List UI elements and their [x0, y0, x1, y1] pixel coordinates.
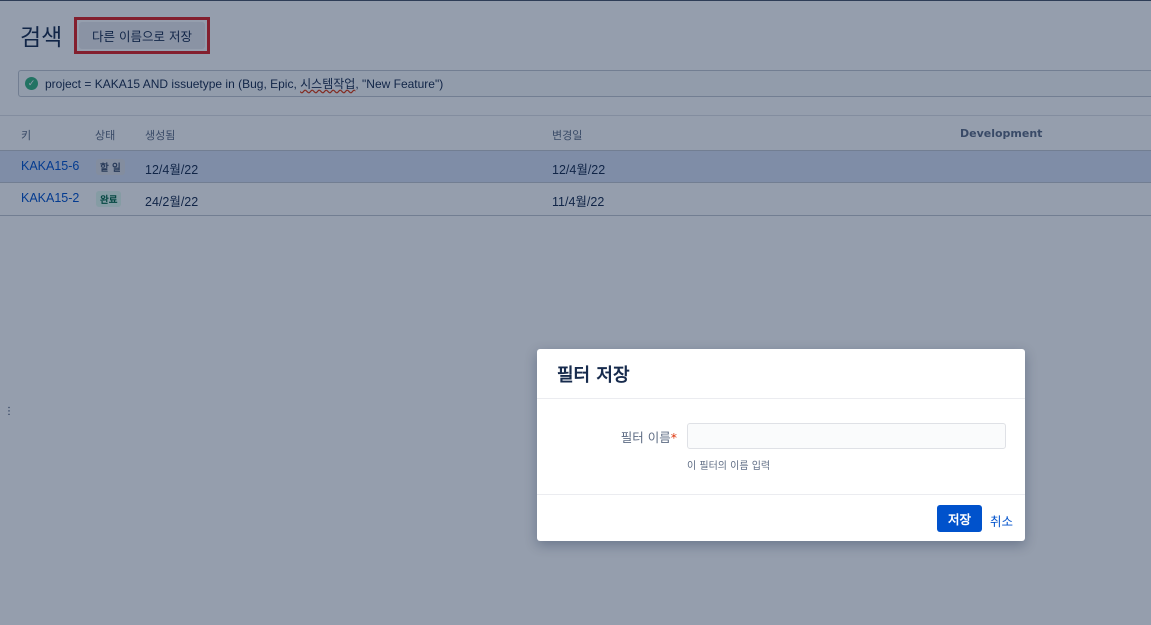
filter-name-label: 필터 이름* — [621, 427, 677, 446]
dialog-footer-divider — [537, 494, 1025, 495]
filter-name-hint: 이 필터의 이름 입력 — [687, 461, 771, 472]
dialog-title: 필터 저장 — [557, 364, 630, 386]
cancel-link[interactable]: 취소 — [990, 511, 1013, 530]
dialog-header: 필터 저장 — [537, 349, 1025, 399]
filter-name-label-text: 필터 이름 — [620, 430, 671, 445]
filter-name-input[interactable] — [687, 423, 1006, 449]
save-button[interactable]: 저장 — [937, 505, 982, 532]
resize-handle-icon[interactable]: ⋮ — [4, 407, 14, 417]
save-filter-dialog: 필터 저장 필터 이름* 이 필터의 이름 입력 저장 취소 — [537, 349, 1025, 541]
required-mark: * — [670, 430, 677, 445]
